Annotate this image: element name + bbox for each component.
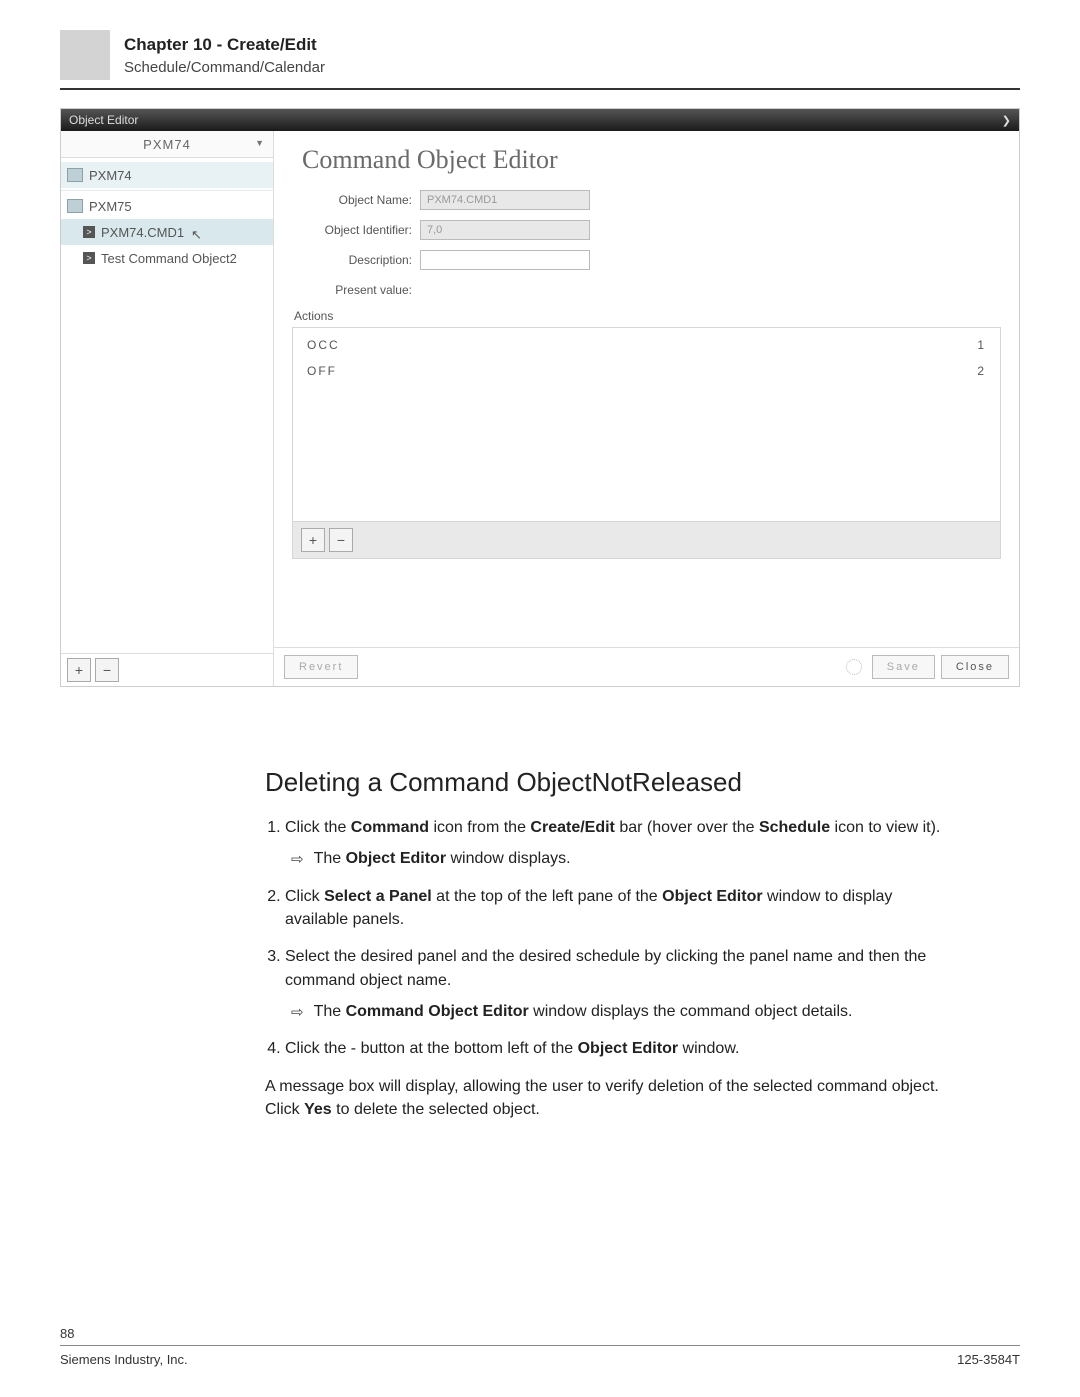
remove-action-button[interactable]: −	[329, 528, 353, 552]
tree-node-pxm75[interactable]: PXM75	[61, 193, 273, 219]
bold-text: Object Editor	[346, 850, 446, 867]
page-footer: 88 Siemens Industry, Inc. 125-3584T	[60, 1326, 1020, 1367]
bold-text: Schedule	[759, 819, 830, 836]
description-field[interactable]	[420, 250, 590, 270]
action-row[interactable]: OCC 1	[293, 332, 1000, 358]
header-square-icon	[60, 30, 110, 80]
step-4: Click the - button at the bottom left of…	[285, 1037, 960, 1060]
bold-text: Select a Panel	[324, 888, 432, 905]
section-title: Deleting a Command ObjectNotReleased	[265, 767, 960, 798]
text: Click the - button at the bottom left of…	[285, 1040, 578, 1057]
text: Select the desired panel and the desired…	[285, 948, 926, 988]
present-value-label: Present value:	[292, 283, 420, 297]
text: at the top of the left pane of the	[432, 888, 662, 905]
chevron-right-icon: ❯	[1002, 114, 1011, 127]
editor-heading: Command Object Editor	[274, 131, 1019, 185]
object-editor-window: Object Editor ❯ PXM74 ▼ PXM74	[60, 108, 1020, 687]
step-1: Click the Command icon from the Create/E…	[285, 816, 960, 871]
text: window displays.	[446, 850, 571, 867]
chevron-down-icon: ▼	[255, 138, 265, 148]
revert-button[interactable]: Revert	[284, 655, 358, 679]
result-arrow-icon: ⇨	[291, 1002, 304, 1024]
bold-text: Object Editor	[662, 888, 762, 905]
tree-node-label: PXM74	[89, 168, 132, 183]
tree-node-pxm74[interactable]: PXM74	[61, 162, 273, 188]
action-order: 2	[977, 364, 986, 378]
text: window.	[678, 1040, 739, 1057]
remove-panel-button[interactable]: −	[95, 658, 119, 682]
action-order: 1	[977, 338, 986, 352]
left-pane-footer: + −	[61, 653, 273, 686]
titlebar-text: Object Editor	[69, 113, 138, 127]
panel-icon	[67, 168, 83, 182]
text: icon to view it).	[830, 819, 940, 836]
action-name: OFF	[307, 364, 337, 378]
final-paragraph: A message box will display, allowing the…	[265, 1075, 960, 1121]
chapter-subtitle: Schedule/Command/Calendar	[124, 59, 325, 76]
action-row[interactable]: OFF 2	[293, 358, 1000, 384]
text: The	[314, 1003, 346, 1020]
chapter-title: Chapter 10 - Create/Edit	[124, 35, 325, 55]
actions-footer: + −	[293, 521, 1000, 558]
step-3-result: ⇨ The Command Object Editor window displ…	[291, 1000, 960, 1024]
object-identifier-field[interactable]	[420, 220, 590, 240]
object-name-label: Object Name:	[292, 193, 420, 207]
tree-node-label: Test Command Object2	[101, 251, 237, 266]
text: Click the	[285, 819, 351, 836]
text: bar (hover over the	[615, 819, 759, 836]
tree-node-cmd1[interactable]: > PXM74.CMD1 ↖	[61, 219, 273, 245]
description-label: Description:	[292, 253, 420, 267]
panel-tree: PXM74 PXM75 > PXM74.CMD1 ↖ > Test Comm	[61, 158, 273, 653]
result-arrow-icon: ⇨	[291, 849, 304, 871]
object-identifier-label: Object Identifier:	[292, 223, 420, 237]
actions-box: OCC 1 OFF 2 + −	[292, 327, 1001, 559]
close-button[interactable]: Close	[941, 655, 1009, 679]
object-name-field[interactable]	[420, 190, 590, 210]
action-name: OCC	[307, 338, 340, 352]
bold-text: Yes	[304, 1101, 332, 1118]
command-icon: >	[83, 226, 95, 238]
spinner-icon	[846, 659, 862, 675]
object-form: Object Name: Object Identifier: Descript…	[274, 185, 1019, 305]
cursor-icon: ↖	[191, 227, 202, 243]
text: to delete the selected object.	[332, 1101, 540, 1118]
save-button[interactable]: Save	[872, 655, 935, 679]
step-3: Select the desired panel and the desired…	[285, 945, 960, 1023]
panel-select-value: PXM74	[143, 137, 191, 152]
tree-node-cmd2[interactable]: > Test Command Object2	[61, 245, 273, 271]
right-pane: Command Object Editor Object Name: Objec…	[274, 131, 1019, 686]
object-editor-titlebar: Object Editor ❯	[61, 109, 1019, 131]
step-2: Click Select a Panel at the top of the l…	[285, 885, 960, 931]
text: icon from the	[429, 819, 530, 836]
actions-list: OCC 1 OFF 2	[293, 328, 1000, 521]
step-1-result: ⇨ The Object Editor window displays.	[291, 847, 960, 871]
bold-text: Create/Edit	[530, 819, 614, 836]
document-body: Deleting a Command ObjectNotReleased Cli…	[265, 767, 960, 1121]
command-icon: >	[83, 252, 95, 264]
page-number: 88	[60, 1326, 1020, 1341]
panel-select-dropdown[interactable]: PXM74 ▼	[61, 131, 273, 158]
bold-text: Command	[351, 819, 429, 836]
doc-header: Chapter 10 - Create/Edit Schedule/Comman…	[60, 30, 1020, 90]
tree-node-label: PXM75	[89, 199, 132, 214]
footer-left: Siemens Industry, Inc.	[60, 1352, 188, 1367]
footer-right: 125-3584T	[957, 1352, 1020, 1367]
add-action-button[interactable]: +	[301, 528, 325, 552]
bold-text: Command Object Editor	[346, 1003, 529, 1020]
right-pane-footer: Revert Save Close	[274, 647, 1019, 686]
left-pane: PXM74 ▼ PXM74 PXM75 > PXM74.CMD1	[61, 131, 274, 686]
text: Click	[285, 888, 324, 905]
add-panel-button[interactable]: +	[67, 658, 91, 682]
panel-icon	[67, 199, 83, 213]
text: The	[314, 850, 346, 867]
steps-list: Click the Command icon from the Create/E…	[265, 816, 960, 1061]
actions-label: Actions	[274, 309, 1019, 323]
bold-text: Object Editor	[578, 1040, 678, 1057]
text: window displays the command object detai…	[529, 1003, 853, 1020]
tree-node-label: PXM74.CMD1	[101, 225, 184, 240]
